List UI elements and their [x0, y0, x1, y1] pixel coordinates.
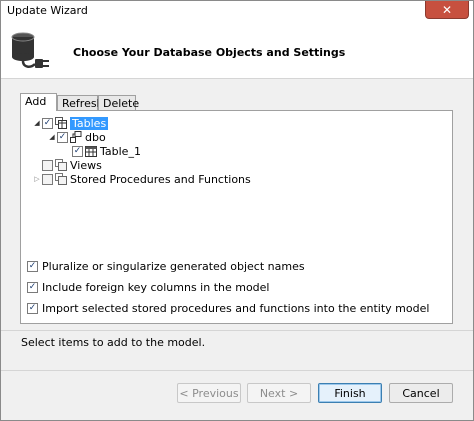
- stored-procedures-checkbox[interactable]: [42, 173, 53, 185]
- schema-icon: [70, 131, 82, 143]
- tree-label-dbo: dbo: [85, 130, 106, 144]
- tree-node-table-1[interactable]: ✓ Table_1: [72, 144, 141, 158]
- page-heading: Choose Your Database Objects and Setting…: [73, 46, 346, 59]
- option-pluralize[interactable]: ✓ Pluralize or singularize generated obj…: [27, 259, 305, 273]
- foreign-keys-checkbox[interactable]: ✓: [27, 281, 38, 293]
- tab-refresh[interactable]: Refresh: [57, 95, 104, 110]
- stored-procedures-icon: [55, 173, 67, 185]
- divider: [1, 370, 473, 371]
- tables-checkbox[interactable]: ✓: [42, 117, 53, 129]
- tree-label-tables: Tables: [70, 116, 109, 130]
- next-button[interactable]: Next >: [247, 383, 311, 403]
- import-procs-label: Import selected stored procedures and fu…: [42, 301, 430, 315]
- table-1-checkbox[interactable]: ✓: [72, 145, 83, 157]
- collapsed-triangle-icon[interactable]: ▷: [33, 174, 41, 184]
- title-bar: Update Wizard ✕: [1, 1, 473, 21]
- option-foreign-keys[interactable]: ✓ Include foreign key columns in the mod…: [27, 280, 270, 294]
- status-text: Select items to add to the model.: [21, 336, 206, 349]
- tree-node-tables[interactable]: ◢ ✓ Tables: [33, 116, 109, 130]
- expanded-triangle-icon[interactable]: ◢: [48, 132, 56, 142]
- finish-button[interactable]: Finish: [318, 383, 382, 403]
- tab-delete[interactable]: Delete: [98, 95, 139, 110]
- tree-label-stored-procedures: Stored Procedures and Functions: [70, 172, 251, 186]
- foreign-keys-label: Include foreign key columns in the model: [42, 280, 270, 294]
- tree-label-views: Views: [70, 158, 102, 172]
- tab-add[interactable]: Add: [20, 93, 57, 111]
- divider: [1, 330, 473, 331]
- pluralize-checkbox[interactable]: ✓: [27, 260, 38, 272]
- tree-node-dbo[interactable]: ◢ ✓ dbo: [48, 130, 106, 144]
- wizard-header: Choose Your Database Objects and Setting…: [1, 21, 473, 79]
- tree-node-stored-procedures[interactable]: ▷ Stored Procedures and Functions: [33, 172, 251, 186]
- update-wizard-window: Update Wizard ✕ Choose Your Database Obj…: [0, 0, 474, 421]
- tables-icon: [55, 117, 67, 129]
- tree-label-table-1: Table_1: [100, 144, 141, 158]
- close-button[interactable]: ✕: [425, 1, 469, 19]
- dbo-checkbox[interactable]: ✓: [57, 131, 68, 143]
- window-title: Update Wizard: [7, 4, 88, 17]
- option-import-procs[interactable]: ✓ Import selected stored procedures and …: [27, 301, 429, 315]
- views-checkbox[interactable]: [42, 159, 53, 171]
- import-procs-checkbox[interactable]: ✓: [27, 302, 38, 314]
- tree-node-views[interactable]: Views: [42, 158, 102, 172]
- expanded-triangle-icon[interactable]: ◢: [33, 118, 41, 128]
- pluralize-label: Pluralize or singularize generated objec…: [42, 259, 305, 273]
- table-icon: [85, 145, 97, 157]
- views-icon: [55, 159, 67, 171]
- previous-button[interactable]: < Previous: [177, 383, 241, 403]
- cancel-button[interactable]: Cancel: [389, 383, 453, 403]
- database-connect-icon: [9, 28, 55, 77]
